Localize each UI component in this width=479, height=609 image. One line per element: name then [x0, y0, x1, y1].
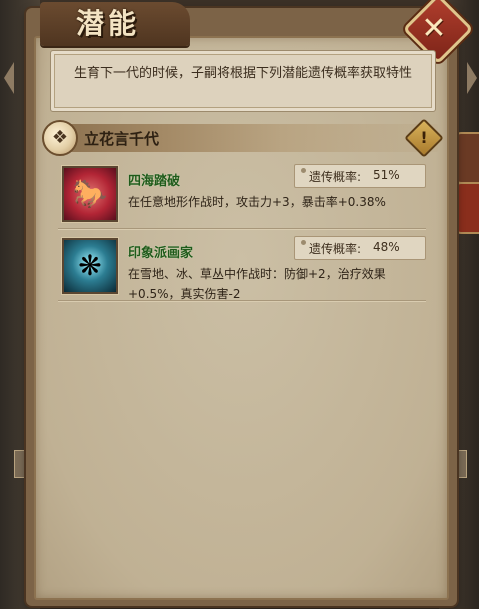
panel-title: 潜能: [76, 7, 141, 40]
background-left-arrow-icon: [4, 62, 14, 94]
horse-glyph: 🐎: [72, 177, 108, 210]
horse-rider-icon[interactable]: 🐎: [62, 166, 118, 222]
trait-name: 四海踏破: [128, 174, 181, 189]
bullet-icon: [301, 240, 306, 245]
background-right-arrow-icon: [467, 62, 477, 94]
close-icon[interactable]: ✕: [417, 12, 451, 46]
chance-value: 51%: [373, 168, 400, 182]
divider: [58, 228, 426, 229]
chance-value: 48%: [373, 240, 400, 254]
inheritance-chance-badge: 遗传概率: 48%: [294, 236, 426, 260]
chance-label: 遗传概率:: [309, 170, 362, 184]
lineage-name: 立花言千代: [84, 130, 160, 148]
background-side-chip: [455, 132, 479, 184]
butterfly-face-icon[interactable]: ❋: [62, 238, 118, 294]
chance-label: 遗传概率:: [309, 242, 362, 256]
intro-box: 生育下一代的时候，子嗣将根据下列潜能遗传概率获取特性: [50, 50, 436, 112]
lineage-emblem-icon: ❖: [42, 120, 78, 156]
divider: [58, 300, 426, 301]
trait-name: 印象派画家: [128, 246, 194, 261]
panel-content-area: [34, 36, 449, 600]
exclamation-icon[interactable]: !: [410, 124, 438, 152]
intro-text: 生育下一代的时候，子嗣将根据下列潜能遗传概率获取特性: [73, 66, 412, 81]
inheritance-chance-badge: 遗传概率: 51%: [294, 164, 426, 188]
bullet-icon: [301, 168, 306, 173]
trait-description: 在雪地、冰、草丛中作战时：防御+2，治疗效果+0.5%，真实伤害-2: [128, 267, 386, 301]
trait-description: 在任意地形作战时，攻击力+3，暴击率+0.38%: [128, 195, 386, 209]
title-tab: 潜能: [40, 2, 190, 46]
butterfly-glyph: ❋: [78, 249, 102, 282]
background-side-chip: [455, 182, 479, 234]
